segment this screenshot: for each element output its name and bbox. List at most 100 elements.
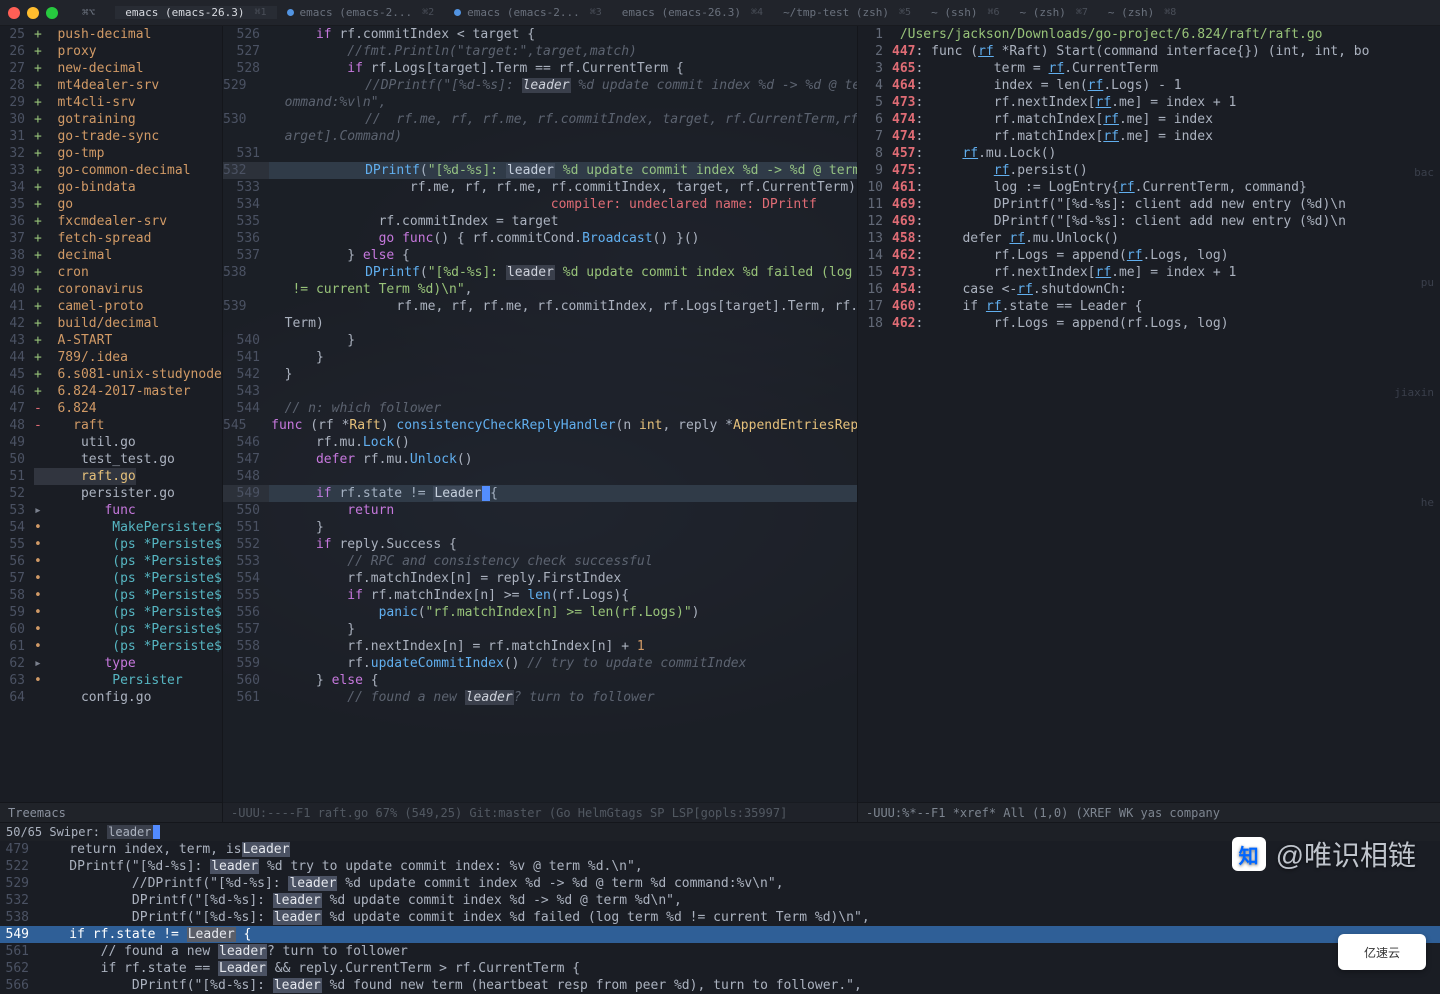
tree-item[interactable]: 31 go-trade-sync <box>0 128 222 145</box>
tree-item[interactable]: 25 push-decimal <box>0 26 222 43</box>
xref-item[interactable]: 13 458: defer rf.mu.Unlock() <box>858 230 1440 247</box>
tree-item[interactable]: 50 test_test.go <box>0 451 222 468</box>
code-line[interactable]: 538 DPrintf("[%d-%s]: leader %d update c… <box>223 264 857 281</box>
xref-item[interactable]: 8 457: rf.mu.Lock() <box>858 145 1440 162</box>
tree-item[interactable]: 44 789/.idea <box>0 349 222 366</box>
tab[interactable]: emacs (emacs-2...⌘3 <box>444 6 612 19</box>
code-line[interactable]: 537 } else { <box>223 247 857 264</box>
code-line[interactable]: 531 <box>223 145 857 162</box>
code-line[interactable]: 536 go func() { rf.commitCond.Broadcast(… <box>223 230 857 247</box>
tree-item[interactable]: 41 camel-proto <box>0 298 222 315</box>
tree-item[interactable]: 64 config.go <box>0 689 222 706</box>
tree-item[interactable]: 57 (ps *Persiste$ <box>0 570 222 587</box>
code-line[interactable]: != current Term %d)\n", <box>223 281 857 298</box>
tree-item[interactable]: 63 Persister <box>0 672 222 689</box>
tree-item[interactable]: 58 (ps *Persiste$ <box>0 587 222 604</box>
code-line[interactable]: 535 rf.commitIndex = target <box>223 213 857 230</box>
code-line[interactable]: 550 return <box>223 502 857 519</box>
tab[interactable]: ~ (zsh)⌘7 <box>1009 6 1097 19</box>
swiper-candidate[interactable]: 561 // found a new leader? turn to follo… <box>0 943 1440 960</box>
tree-item[interactable]: 61 (ps *Persiste$ <box>0 638 222 655</box>
tree-item[interactable]: 47 6.824 <box>0 400 222 417</box>
code-line[interactable]: 548 <box>223 468 857 485</box>
code-line[interactable]: 545 func (rf *Raft) consistencyCheckRepl… <box>223 417 857 434</box>
tree-item[interactable]: 53 func <box>0 502 222 519</box>
tree-item[interactable]: 45 6.s081-unix-studynode <box>0 366 222 383</box>
tree-item[interactable]: 27 new-decimal <box>0 60 222 77</box>
code-line[interactable]: 555 if rf.matchIndex[n] >= len(rf.Logs){ <box>223 587 857 604</box>
swiper-candidate[interactable]: 479 return index, term, isLeader <box>0 841 1440 858</box>
tree-item[interactable]: 42 build/decimal <box>0 315 222 332</box>
code-line[interactable]: 561 // found a new leader? turn to follo… <box>223 689 857 706</box>
xref-item[interactable]: 16 454: case <-rf.shutdownCh: <box>858 281 1440 298</box>
swiper-candidate[interactable]: 562 if rf.state == Leader && reply.Curre… <box>0 960 1440 977</box>
xref-buffer[interactable]: 1 /Users/jackson/Downloads/go-project/6.… <box>858 26 1440 822</box>
code-line[interactable]: 560 } else { <box>223 672 857 689</box>
xref-item[interactable]: 9 475: rf.persist() <box>858 162 1440 179</box>
tree-item[interactable]: 33 go-common-decimal <box>0 162 222 179</box>
tree-item[interactable]: 59 (ps *Persiste$ <box>0 604 222 621</box>
xref-item[interactable]: 15 473: rf.nextIndex[rf.me] = index + 1 <box>858 264 1440 281</box>
code-line[interactable]: 529 //DPrintf("[%d-%s]: leader %d update… <box>223 77 857 94</box>
code-line[interactable]: 554 rf.matchIndex[n] = reply.FirstIndex <box>223 570 857 587</box>
code-line[interactable]: 559 rf.updateCommitIndex() // try to upd… <box>223 655 857 672</box>
code-line[interactable]: 553 // RPC and consistency check success… <box>223 553 857 570</box>
code-line[interactable]: 527 //fmt.Println("target:",target,match… <box>223 43 857 60</box>
xref-item[interactable]: 6 474: rf.matchIndex[rf.me] = index <box>858 111 1440 128</box>
tree-item[interactable]: 29 mt4cli-srv <box>0 94 222 111</box>
code-line[interactable]: 541 } <box>223 349 857 366</box>
xref-item[interactable]: 4 464: index = len(rf.Logs) - 1 <box>858 77 1440 94</box>
tree-item[interactable]: 56 (ps *Persiste$ <box>0 553 222 570</box>
tree-item[interactable]: 32 go-tmp <box>0 145 222 162</box>
code-line[interactable]: 549 if rf.state != Leader { <box>223 485 857 502</box>
minimize-icon[interactable] <box>27 7 39 19</box>
tree-item[interactable]: 30 gotraining <box>0 111 222 128</box>
code-line[interactable]: arget].Command) <box>223 128 857 145</box>
code-line[interactable]: 526 if rf.commitIndex < target { <box>223 26 857 43</box>
tab[interactable]: ~/tmp-test (zsh)⌘5 <box>773 6 921 19</box>
code-line[interactable]: 532 DPrintf("[%d-%s]: leader %d update c… <box>223 162 857 179</box>
tree-item[interactable]: 35 go <box>0 196 222 213</box>
tree-item[interactable]: 40 coronavirus <box>0 281 222 298</box>
tree-item[interactable]: 62 type <box>0 655 222 672</box>
xref-item[interactable]: 17 460: if rf.state == Leader { <box>858 298 1440 315</box>
swiper-candidate[interactable]: 538 DPrintf("[%d-%s]: leader %d update c… <box>0 909 1440 926</box>
tree-item[interactable]: 34 go-bindata <box>0 179 222 196</box>
tree-item[interactable]: 60 (ps *Persiste$ <box>0 621 222 638</box>
code-line[interactable]: 547 defer rf.mu.Unlock() <box>223 451 857 468</box>
xref-item[interactable]: 7 474: rf.matchIndex[rf.me] = index <box>858 128 1440 145</box>
tree-item[interactable]: 39 cron <box>0 264 222 281</box>
code-line[interactable]: 543 <box>223 383 857 400</box>
tab[interactable]: ~ (ssh)⌘6 <box>921 6 1009 19</box>
code-line[interactable]: 556 panic("rf.matchIndex[n] >= len(rf.Lo… <box>223 604 857 621</box>
tree-item[interactable]: 46 6.824-2017-master <box>0 383 222 400</box>
tree-item[interactable]: 52 persister.go <box>0 485 222 502</box>
treemacs-sidebar[interactable]: 25 push-decimal26 proxy27 new-decimal28 … <box>0 26 222 822</box>
swiper-candidate[interactable]: 529 //DPrintf("[%d-%s]: leader %d update… <box>0 875 1440 892</box>
swiper-candidate[interactable]: 522 DPrintf("[%d-%s]: leader %d try to u… <box>0 858 1440 875</box>
swiper-panel[interactable]: 50/65 Swiper: leader 479 return index, t… <box>0 822 1440 994</box>
tab[interactable]: emacs (emacs-26.3)⌘4 <box>612 6 773 19</box>
xref-item[interactable]: 2 447: func (rf *Raft) Start(command int… <box>858 43 1440 60</box>
code-line[interactable]: 530 // rf.me, rf, rf.me, rf.commitIndex,… <box>223 111 857 128</box>
code-line[interactable]: 546 rf.mu.Lock() <box>223 434 857 451</box>
tree-item[interactable]: 43 A-START <box>0 332 222 349</box>
xref-item[interactable]: 5 473: rf.nextIndex[rf.me] = index + 1 <box>858 94 1440 111</box>
tree-item[interactable]: 38 decimal <box>0 247 222 264</box>
swiper-candidate[interactable]: 532 DPrintf("[%d-%s]: leader %d update c… <box>0 892 1440 909</box>
tree-item[interactable]: 48 raft <box>0 417 222 434</box>
tab[interactable]: emacs (emacs-2...⌘2 <box>277 6 445 19</box>
tree-item[interactable]: 51 raft.go <box>0 468 222 485</box>
code-line[interactable]: 557 } <box>223 621 857 638</box>
code-line[interactable]: Term) <box>223 315 857 332</box>
xref-item[interactable]: 3 465: term = rf.CurrentTerm <box>858 60 1440 77</box>
code-line[interactable]: 534 compiler: undeclared name: DPrintf <box>223 196 857 213</box>
code-line[interactable]: 540 } <box>223 332 857 349</box>
code-line[interactable]: 533 rf.me, rf, rf.me, rf.commitIndex, ta… <box>223 179 857 196</box>
tree-item[interactable]: 55 (ps *Persiste$ <box>0 536 222 553</box>
tab[interactable]: ⌘⌥ <box>72 6 115 19</box>
maximize-icon[interactable] <box>46 7 58 19</box>
xref-item[interactable]: 11 469: DPrintf("[%d-%s]: client add new… <box>858 196 1440 213</box>
tab[interactable]: emacs (emacs-26.3)⌘1 <box>115 6 276 19</box>
code-line[interactable]: 542 } <box>223 366 857 383</box>
